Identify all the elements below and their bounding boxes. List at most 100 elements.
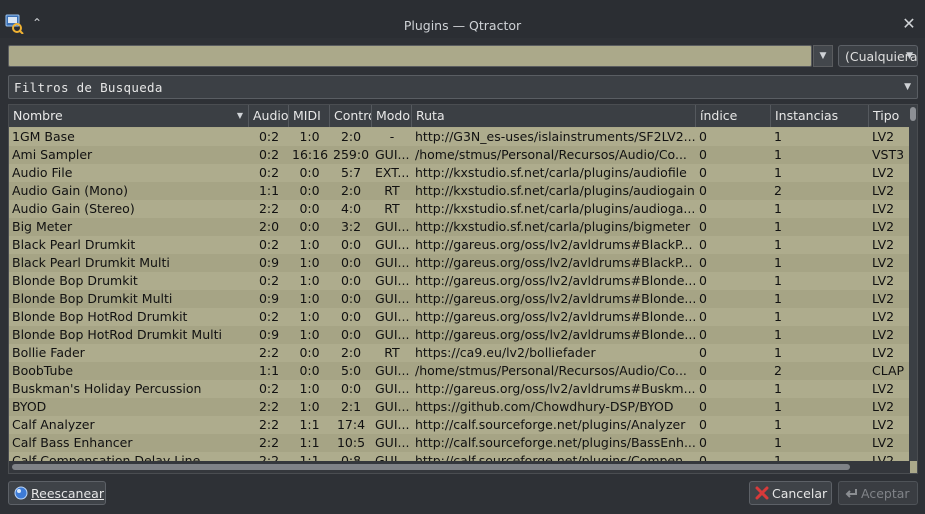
table-row[interactable]: Calf Bass Enhancer 2:2 1:1 10:5 GUI... http:/… [9,434,910,452]
cell-name: 1GM Base [12,129,75,144]
table-row[interactable]: Audio File 0:2 0:0 5:7 EXT... http://kxstudio… [9,164,910,182]
cell-path: https://github.com/Chowdhury-DSP/BYOD [415,399,674,414]
cell-midi: 16:16 [292,147,329,162]
cell-index: 0 [699,183,707,198]
cell-name: Black Pearl Drumkit [12,237,136,252]
column-header-control[interactable]: Control [330,105,372,127]
close-icon[interactable]: ✕ [901,16,917,32]
table-row[interactable]: Audio Gain (Mono) 1:1 0:0 2:0 RT http://kxstu… [9,182,910,200]
cell-mode: GUI... [375,147,410,162]
cancel-icon [755,486,769,500]
cell-index: 0 [699,399,707,414]
cell-midi: 1:0 [299,237,320,252]
cell-path: http://kxstudio.sf.net/carla/plugins/aud… [415,201,696,216]
cell-audio: 2:2 [258,345,280,360]
chevron-down-icon: ▼ [906,51,913,61]
rescan-button[interactable]: Reescanear [8,481,106,505]
cell-mode: GUI... [375,291,410,306]
cell-name: Calf Analyzer [12,417,95,432]
table-row[interactable]: Audio Gain (Stereo) 2:2 0:0 4:0 RT http://kxs… [9,200,910,218]
column-label: MIDI [293,108,321,123]
cell-name: Black Pearl Drumkit Multi [12,255,170,270]
cell-instances: 2 [774,183,782,198]
cell-name: Audio Gain (Stereo) [12,201,135,216]
table-row[interactable]: Big Meter 2:0 0:0 3:2 GUI... http://kxstudio.… [9,218,910,236]
cell-instances: 1 [774,165,782,180]
cell-name: Blonde Bop Drumkit [12,273,138,288]
cell-name: Buskman's Holiday Percussion [12,381,202,396]
cell-mode: GUI... [375,417,410,432]
table-row[interactable]: Blonde Bop Drumkit 0:2 1:0 0:0 GUI... http://… [9,272,910,290]
cell-midi: 1:0 [299,291,320,306]
cell-type: LV2 [872,381,895,396]
cell-index: 0 [699,381,707,396]
column-header-index[interactable]: índice [696,105,771,127]
table-row[interactable]: BoobTube 1:1 0:0 5:0 GUI... /home/stmus/Perso… [9,362,910,380]
cell-type: LV2 [872,165,895,180]
column-header-instances[interactable]: Instancias [771,105,869,127]
cell-instances: 1 [774,129,782,144]
cell-path: http://gareus.org/oss/lv2/avldrums#Black… [415,237,693,252]
scrollbar-thumb[interactable] [910,107,916,121]
column-header-path[interactable]: Ruta [412,105,696,127]
scrollbar-thumb[interactable] [12,464,850,470]
cell-path: http://gareus.org/oss/lv2/avldrums#Blond… [415,273,696,288]
cell-name: Blonde Bop HotRod Drumkit Multi [12,327,222,342]
cancel-button[interactable]: Cancelar [749,481,832,505]
column-header-type[interactable]: Tipo [869,105,910,127]
rescan-icon [14,486,28,500]
cell-path: http://calf.sourceforge.net/plugins/Bass… [415,435,696,450]
cell-control: 0:0 [340,255,362,270]
vertical-scrollbar[interactable] [909,105,917,461]
cell-type: LV2 [872,273,895,288]
search-field[interactable] [8,45,812,67]
cell-midi: 0:0 [299,183,320,198]
cell-mode: GUI... [375,435,410,450]
cancel-label: Cancelar [772,486,828,501]
cell-audio: 0:9 [258,255,280,270]
table-row[interactable]: Bollie Fader 2:2 0:0 2:0 RT https://ca9.eu/lv… [9,344,910,362]
column-header-midi[interactable]: MIDI [289,105,330,127]
accept-button[interactable]: Aceptar [838,481,918,505]
table-row[interactable]: Buskman's Holiday Percussion 0:2 1:0 0:0 GUI… [9,380,910,398]
column-label: Tipo [873,108,900,123]
table-row[interactable]: Blonde Bop HotRod Drumkit Multi 0:9 1:0 0:0… [9,326,910,344]
cell-index: 0 [699,147,707,162]
cell-index: 0 [699,345,707,360]
cell-path: http://gareus.org/oss/lv2/avldrums#Blond… [415,309,696,324]
table-row[interactable]: Calf Analyzer 2:2 1:1 17:4 GUI... http://calf… [9,416,910,434]
search-history-dropdown[interactable]: ▼ [813,45,833,67]
cell-instances: 1 [774,435,782,450]
cell-mode: GUI... [375,399,410,414]
plugins-table[interactable]: Nombre ▼ Audio MIDI Control Modo Ruta ín… [8,104,918,474]
table-row[interactable]: BYOD 2:2 1:0 2:1 GUI... https://github.com/Ch… [9,398,910,416]
table-row[interactable]: Black Pearl Drumkit 0:2 1:0 0:0 GUI... http:/… [9,236,910,254]
table-row[interactable]: Blonde Bop HotRod Drumkit 0:2 1:0 0:0 GUI...… [9,308,910,326]
table-row[interactable]: Black Pearl Drumkit Multi 0:9 1:0 0:0 GUI...… [9,254,910,272]
cell-mode: - [389,129,395,144]
cell-path: /home/stmus/Personal/Recursos/Audio/Co..… [415,147,687,162]
table-row[interactable]: Ami Sampler 0:2 16:16 259:0 GUI... /home/stmu… [9,146,910,164]
cell-index: 0 [699,201,707,216]
cell-index: 0 [699,237,707,252]
column-label: Ruta [416,108,445,123]
table-row[interactable]: 1GM Base 0:2 1:0 2:0 - http://G3N_es-uses/isl… [9,128,910,146]
cell-audio: 1:1 [258,183,280,198]
horizontal-scrollbar[interactable] [9,461,910,473]
cell-type: LV2 [872,417,895,432]
search-input[interactable] [9,46,811,66]
sort-descending-icon: ▼ [236,111,243,120]
cell-type: LV2 [872,255,895,270]
column-header-audio[interactable]: Audio [249,105,289,127]
cell-audio: 0:2 [258,147,280,162]
cell-type: CLAP [872,363,905,378]
cell-audio: 0:2 [258,273,280,288]
cell-type: LV2 [872,291,895,306]
column-header-mode[interactable]: Modo [372,105,412,127]
table-row[interactable]: Blonde Bop Drumkit Multi 0:9 1:0 0:0 GUI... h… [9,290,910,308]
cell-type: LV2 [872,399,895,414]
column-label: Control [334,108,371,123]
plugin-type-select[interactable]: (Cualquiera) ▼ [838,45,918,67]
column-header-name[interactable]: Nombre ▼ [9,105,249,127]
search-filters-toggle[interactable]: Filtros de Busqueda ▼ [8,75,918,99]
